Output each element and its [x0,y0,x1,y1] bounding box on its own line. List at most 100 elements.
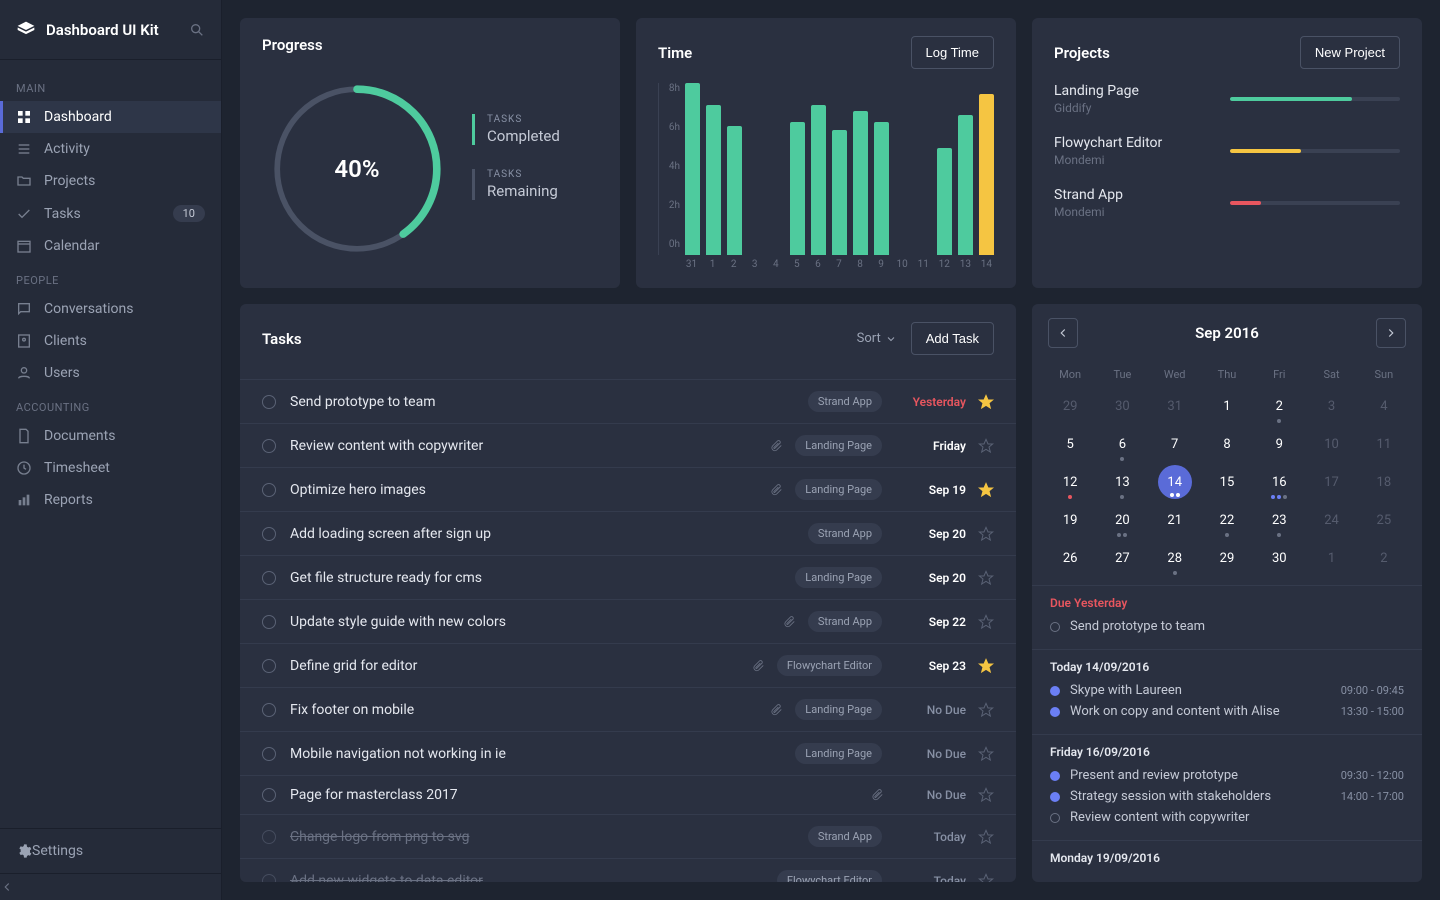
star-icon[interactable] [978,482,994,498]
calendar-day[interactable]: 28 [1149,539,1201,577]
task-row[interactable]: Add loading screen after sign up Strand … [240,511,1016,555]
time-bar[interactable] [811,105,826,256]
star-icon[interactable] [978,438,994,454]
task-checkbox[interactable] [262,788,276,802]
star-icon[interactable] [978,746,994,762]
event-item[interactable]: Send prototype to team [1050,616,1404,637]
calendar-day[interactable]: 22 [1201,501,1253,539]
task-checkbox[interactable] [262,527,276,541]
star-icon[interactable] [978,614,994,630]
calendar-day[interactable]: 1 [1201,387,1253,425]
calendar-day[interactable]: 14 [1158,465,1192,499]
calendar-day[interactable]: 13 [1096,463,1148,501]
calendar-day[interactable]: 16 [1253,463,1305,501]
calendar-day[interactable]: 20 [1096,501,1148,539]
sort-button[interactable]: Sort [857,331,897,346]
calendar-day[interactable]: 15 [1201,463,1253,501]
settings-item[interactable]: Settings [0,829,221,873]
star-icon[interactable] [978,829,994,845]
star-icon[interactable] [978,702,994,718]
calendar-day[interactable]: 8 [1201,425,1253,463]
sidebar-item-conversations[interactable]: Conversations [0,293,221,325]
star-icon[interactable] [978,394,994,410]
task-row[interactable]: Get file structure ready for cms Landing… [240,555,1016,599]
task-checkbox[interactable] [262,483,276,497]
calendar-day[interactable]: 17 [1305,463,1357,501]
calendar-day[interactable]: 7 [1149,425,1201,463]
sidebar-item-documents[interactable]: Documents [0,420,221,452]
task-row[interactable]: Fix footer on mobile Landing Page No Due [240,687,1016,731]
task-row[interactable]: Page for masterclass 2017 No Due [240,775,1016,814]
calendar-day[interactable]: 1 [1305,539,1357,577]
calendar-day[interactable]: 3 [1305,387,1357,425]
task-row[interactable]: Optimize hero images Landing Page Sep 19 [240,467,1016,511]
log-time-button[interactable]: Log Time [911,36,994,69]
star-icon[interactable] [978,570,994,586]
event-item[interactable]: Work on copy and content with Alise13:30… [1050,701,1404,722]
event-item[interactable]: Strategy session with stakeholders14:00 … [1050,786,1404,807]
calendar-day[interactable]: 12 [1044,463,1096,501]
calendar-day[interactable]: 24 [1305,501,1357,539]
sidebar-item-calendar[interactable]: Calendar [0,230,221,262]
time-bar[interactable] [727,126,742,255]
task-row[interactable]: Change logo from png to svg Strand App T… [240,814,1016,858]
time-bar[interactable] [706,105,721,256]
task-row[interactable]: Mobile navigation not working in ie Land… [240,731,1016,775]
calendar-day[interactable]: 21 [1149,501,1201,539]
task-row[interactable]: Send prototype to team Strand App Yester… [240,379,1016,423]
calendar-day[interactable]: 30 [1253,539,1305,577]
collapse-sidebar-button[interactable] [0,873,221,900]
time-bar[interactable] [958,115,973,255]
time-bar[interactable] [874,122,889,255]
event-item[interactable]: Skype with Laureen09:00 - 09:45 [1050,680,1404,701]
project-row[interactable]: Landing PageGiddify [1054,83,1400,115]
star-icon[interactable] [978,873,994,883]
task-row[interactable]: Review content with copywriter Landing P… [240,423,1016,467]
task-checkbox[interactable] [262,395,276,409]
time-bar[interactable] [853,111,868,255]
calendar-day[interactable]: 6 [1096,425,1148,463]
sidebar-item-tasks[interactable]: Tasks10 [0,197,221,230]
sidebar-item-projects[interactable]: Projects [0,165,221,197]
calendar-day[interactable]: 9 [1253,425,1305,463]
task-checkbox[interactable] [262,747,276,761]
time-bar[interactable] [937,148,952,256]
calendar-day[interactable]: 31 [1149,387,1201,425]
calendar-prev-button[interactable] [1048,318,1078,348]
calendar-day[interactable]: 2 [1358,539,1410,577]
task-checkbox[interactable] [262,874,276,883]
calendar-day[interactable]: 26 [1044,539,1096,577]
calendar-day[interactable]: 5 [1044,425,1096,463]
calendar-day[interactable]: 2 [1253,387,1305,425]
event-item[interactable]: Present and review prototype09:30 - 12:0… [1050,765,1404,786]
calendar-day[interactable]: 19 [1044,501,1096,539]
project-row[interactable]: Strand AppMondemi [1054,187,1400,219]
star-icon[interactable] [978,787,994,803]
calendar-day[interactable]: 10 [1305,425,1357,463]
task-checkbox[interactable] [262,659,276,673]
event-item[interactable]: Review content with copywriter [1050,807,1404,828]
task-row[interactable]: Add new widgets to data editor Flowychar… [240,858,1016,882]
sidebar-item-timesheet[interactable]: Timesheet [0,452,221,484]
sidebar-item-dashboard[interactable]: Dashboard [0,101,221,133]
star-icon[interactable] [978,526,994,542]
calendar-day[interactable]: 23 [1253,501,1305,539]
add-task-button[interactable]: Add Task [911,322,994,355]
sidebar-item-activity[interactable]: Activity [0,133,221,165]
calendar-day[interactable]: 25 [1358,501,1410,539]
time-bar[interactable] [790,122,805,255]
project-row[interactable]: Flowychart EditorMondemi [1054,135,1400,167]
new-project-button[interactable]: New Project [1300,36,1400,69]
search-icon[interactable] [189,22,205,38]
calendar-day[interactable]: 29 [1044,387,1096,425]
calendar-day[interactable]: 11 [1358,425,1410,463]
sidebar-item-reports[interactable]: Reports [0,484,221,516]
task-row[interactable]: Define grid for editor Flowychart Editor… [240,643,1016,687]
time-bar[interactable] [685,83,700,255]
sidebar-item-users[interactable]: Users [0,357,221,389]
task-checkbox[interactable] [262,615,276,629]
task-checkbox[interactable] [262,830,276,844]
task-row[interactable]: Update style guide with new colors Stran… [240,599,1016,643]
calendar-day[interactable]: 27 [1096,539,1148,577]
star-icon[interactable] [978,658,994,674]
